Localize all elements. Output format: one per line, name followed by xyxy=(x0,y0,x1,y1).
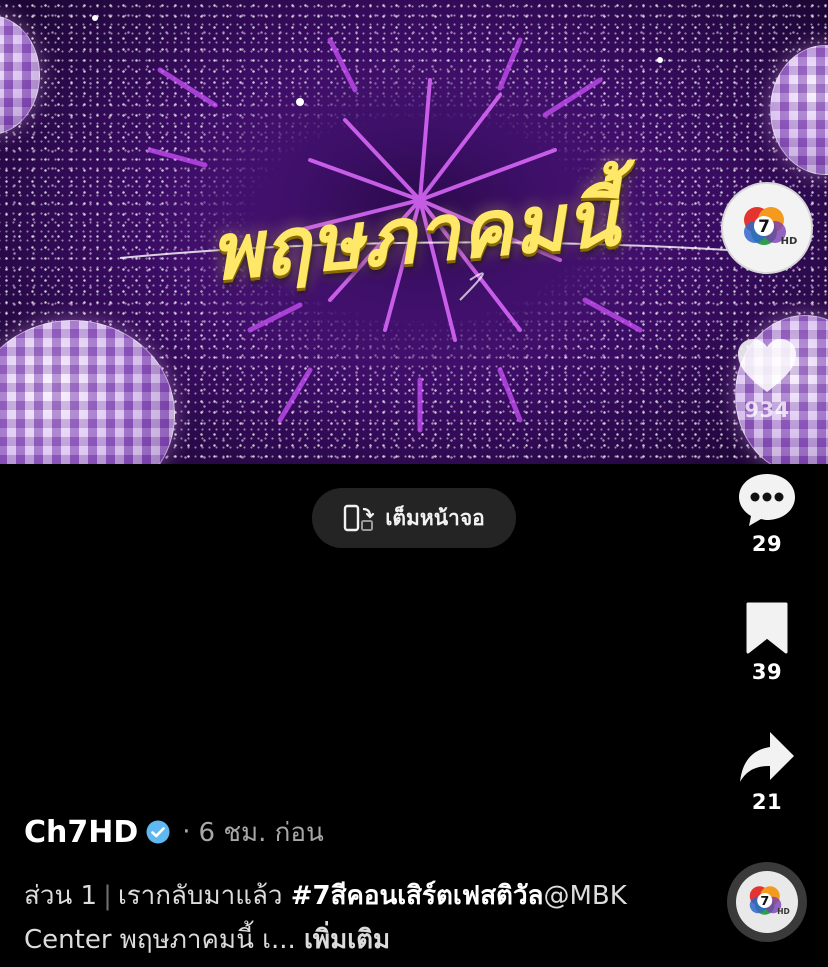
save-count: 39 xyxy=(751,660,783,684)
caption-part: ส่วน 1 xyxy=(24,881,98,911)
heart-icon[interactable] xyxy=(736,338,798,394)
comment-count: 29 xyxy=(751,532,783,556)
logo-small-seven: 7 xyxy=(760,894,769,909)
video-player[interactable]: พฤษภาคมนี้ xyxy=(0,0,828,464)
logo-hd: HD xyxy=(781,236,798,247)
ch7-logo-icon: 7 HD xyxy=(744,207,798,247)
caption-divider: | xyxy=(103,881,112,911)
caption-text: เรากลับมาแล้ว xyxy=(117,881,283,911)
fullscreen-label: เต็มหน้าจอ xyxy=(385,505,485,530)
see-more-link[interactable]: เพิ่มเติม xyxy=(304,925,390,955)
like-action[interactable]: 934 xyxy=(727,338,807,422)
sound-disc-avatar: 7 HD xyxy=(736,871,798,933)
comment-action[interactable]: 29 xyxy=(727,472,807,556)
verified-badge-icon xyxy=(146,820,170,844)
ch7-logo-small-icon: 7 HD xyxy=(749,886,790,916)
channel-avatar[interactable]: 7 HD xyxy=(721,182,813,274)
like-count: 934 xyxy=(744,398,790,422)
share-action[interactable]: 21 xyxy=(727,730,807,814)
caption-hashtag[interactable]: #7สีคอนเสิร์ตเฟสติวัล xyxy=(291,881,544,911)
post-time: 6 ชม. ก่อน xyxy=(198,817,324,848)
fullscreen-button[interactable]: เต็มหน้าจอ xyxy=(312,488,516,548)
video-feed-screen: พฤษภาคมนี้ เต็มหน้าจอ 7 HD 934 29 39 21 … xyxy=(0,0,828,967)
bookmark-icon[interactable] xyxy=(744,602,790,656)
author-name[interactable]: Ch7HD xyxy=(24,815,138,850)
logo-seven: 7 xyxy=(758,217,770,237)
post-separator: · xyxy=(182,817,191,847)
comment-icon[interactable] xyxy=(737,472,797,528)
share-count: 21 xyxy=(751,790,783,814)
sound-disc-button[interactable]: 7 HD xyxy=(727,862,807,942)
logo-small-hd: HD xyxy=(777,907,790,916)
video-caption[interactable]: ส่วน 1 | เรากลับมาแล้ว #7สีคอนเสิร์ตเฟสติว… xyxy=(24,874,694,962)
fullscreen-rotate-icon xyxy=(344,504,375,532)
save-action[interactable]: 39 xyxy=(727,602,807,684)
author-row: Ch7HD · 6 ชม. ก่อน xyxy=(24,812,324,852)
share-arrow-icon[interactable] xyxy=(738,730,796,786)
